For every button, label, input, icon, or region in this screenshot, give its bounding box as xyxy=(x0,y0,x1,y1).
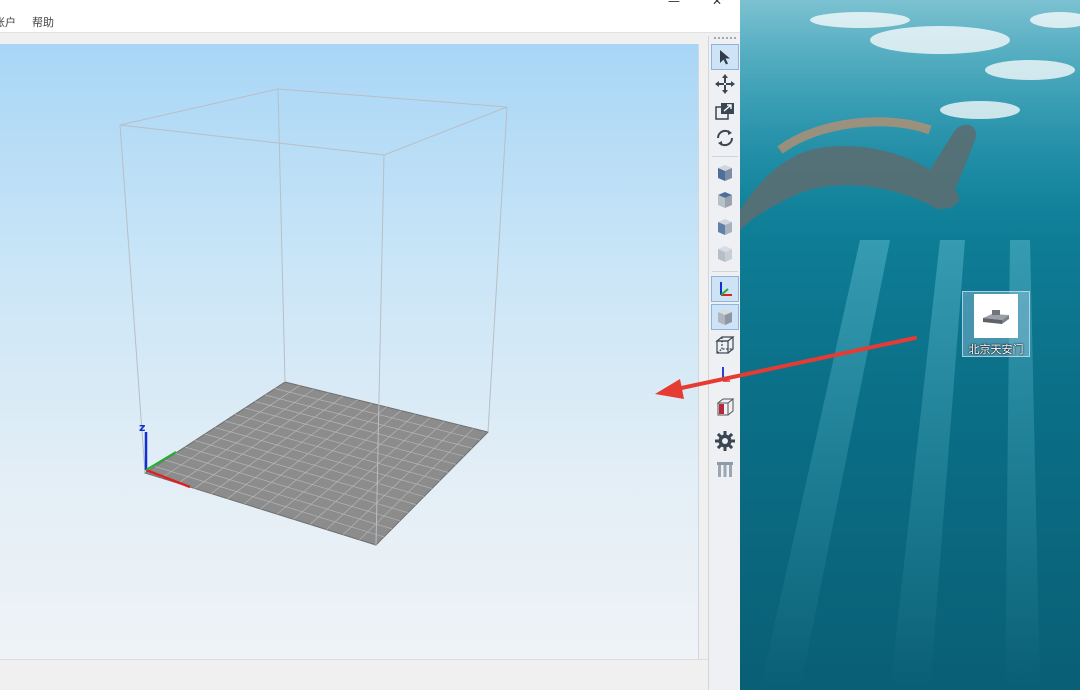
settings-button[interactable] xyxy=(711,428,739,454)
axis-toggle-button[interactable] xyxy=(711,276,739,302)
settings-gear-icon xyxy=(715,431,735,451)
wireframe-view-button[interactable] xyxy=(711,332,739,358)
rotate-icon xyxy=(716,129,734,147)
close-button[interactable]: ✕ xyxy=(712,0,722,8)
section-view-icon xyxy=(716,398,735,416)
menu-bar: 账户 帮助 — ✕ xyxy=(0,0,740,33)
view-cube-back-icon xyxy=(718,246,732,262)
view-front-button[interactable] xyxy=(711,160,739,186)
toolbar-separator xyxy=(712,156,738,157)
move-tool-button[interactable] xyxy=(711,71,739,97)
desktop-file-icon[interactable]: 北京天安门 xyxy=(962,291,1030,357)
scale-tool-button[interactable] xyxy=(711,98,739,124)
select-arrow-icon xyxy=(720,50,730,65)
menu-account[interactable]: 账户 xyxy=(0,14,16,30)
menu-help[interactable]: 帮助 xyxy=(32,14,54,30)
view-cube-side-icon xyxy=(718,219,732,235)
model-thumbnail xyxy=(974,294,1018,338)
support-pillars-icon xyxy=(717,462,733,477)
section-view-button[interactable] xyxy=(711,394,739,420)
slicer-app-window: 账户 帮助 — ✕ z xyxy=(0,0,741,690)
axis-z-label: z xyxy=(139,421,145,434)
view-cube-top-icon xyxy=(718,192,732,208)
select-tool-button[interactable] xyxy=(711,44,739,70)
view-toolbar xyxy=(708,36,740,690)
support-button[interactable] xyxy=(711,456,739,482)
3d-viewport[interactable]: z xyxy=(0,44,699,659)
scale-icon xyxy=(715,103,734,120)
axis-small-button[interactable] xyxy=(711,360,739,386)
solid-view-button[interactable] xyxy=(711,304,739,330)
view-cube-front-icon xyxy=(718,165,732,181)
build-volume-scene: z xyxy=(119,88,508,546)
wireframe-view-icon xyxy=(715,336,735,354)
toolbar-grip[interactable] xyxy=(713,36,737,40)
axis-toggle-icon xyxy=(720,282,732,296)
rotate-tool-button[interactable] xyxy=(711,125,739,151)
3d-model-thumbnail-icon xyxy=(983,310,1009,324)
toolbar-separator xyxy=(712,271,738,272)
view-side-button[interactable] xyxy=(711,214,739,240)
desktop-file-label: 北京天安门 xyxy=(968,343,1024,356)
status-strip xyxy=(0,659,708,688)
move-icon xyxy=(715,74,735,94)
solid-view-icon xyxy=(718,309,732,325)
view-top-button[interactable] xyxy=(711,187,739,213)
view-back-button[interactable] xyxy=(711,241,739,267)
axis-small-icon xyxy=(722,367,730,382)
minimize-button[interactable]: — xyxy=(668,0,680,8)
